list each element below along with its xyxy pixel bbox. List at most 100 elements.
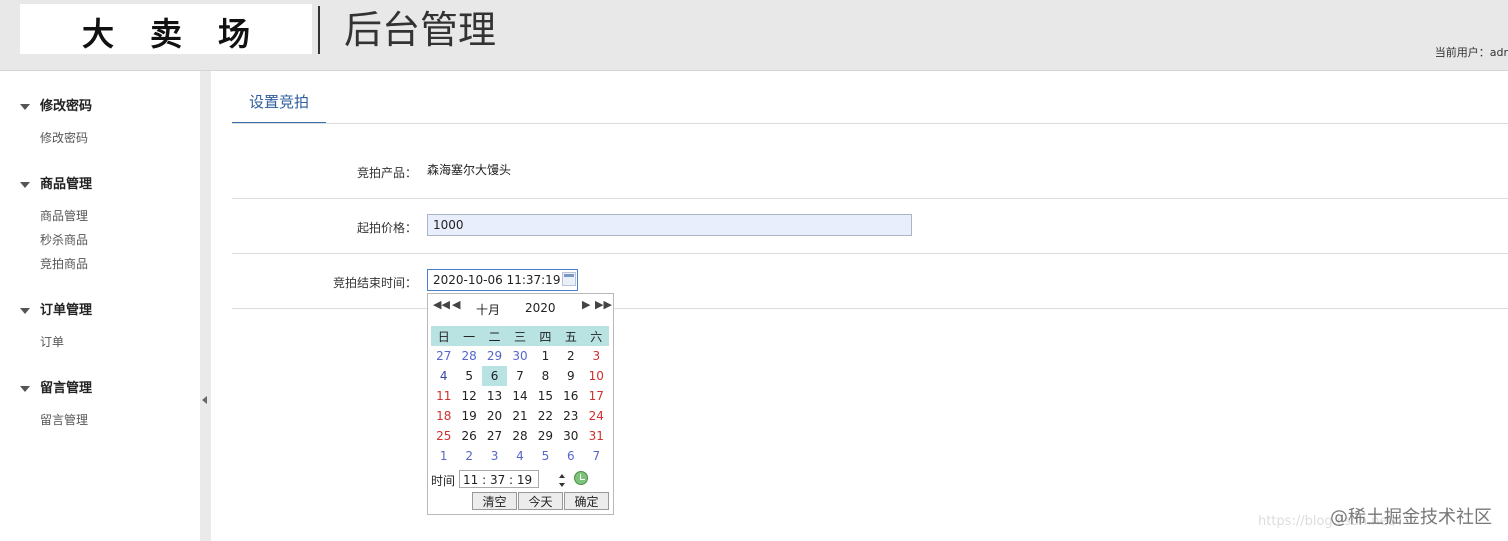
menu-title-messages[interactable]: 留言管理 bbox=[20, 377, 92, 396]
calendar-day[interactable]: 4 bbox=[507, 446, 532, 466]
calendar-day[interactable]: 26 bbox=[456, 426, 481, 446]
row-divider bbox=[232, 308, 1508, 309]
end-time-value: 2020-10-06 11:37:19 bbox=[433, 273, 561, 287]
calendar-day[interactable]: 25 bbox=[431, 426, 456, 446]
spin-down-icon[interactable] bbox=[559, 483, 565, 487]
row-divider bbox=[232, 253, 1508, 254]
calendar-day[interactable]: 23 bbox=[558, 406, 583, 426]
calendar-day[interactable]: 9 bbox=[558, 366, 583, 386]
product-value: 森海塞尔大馒头 bbox=[427, 163, 512, 177]
calendar-day[interactable]: 29 bbox=[533, 426, 558, 446]
weekday-label: 四 bbox=[532, 326, 559, 346]
calendar-day[interactable]: 21 bbox=[507, 406, 532, 426]
calendar-day[interactable]: 19 bbox=[456, 406, 481, 426]
calendar-day[interactable]: 17 bbox=[584, 386, 609, 406]
time-value: 11 : 37 : 19 bbox=[463, 473, 533, 487]
calendar-year[interactable]: 2020 bbox=[525, 301, 556, 315]
sidebar-splitter[interactable] bbox=[200, 71, 211, 541]
weekday-label: 日 bbox=[431, 326, 457, 346]
calendar-day-selected[interactable]: 6 bbox=[481, 366, 508, 386]
sidebar-item-goods[interactable]: 商品管理 bbox=[40, 207, 88, 224]
calendar-day[interactable]: 16 bbox=[558, 386, 583, 406]
calendar-day[interactable]: 12 bbox=[456, 386, 481, 406]
row-divider bbox=[232, 198, 1508, 199]
prev-month-icon[interactable]: ◀ bbox=[452, 298, 460, 311]
calendar-month[interactable]: 十月 bbox=[476, 301, 500, 318]
calendar-day[interactable]: 7 bbox=[507, 366, 532, 386]
collapse-left-icon[interactable] bbox=[202, 396, 207, 404]
calendar-day[interactable]: 1 bbox=[431, 446, 456, 466]
calendar-day[interactable]: 2 bbox=[558, 346, 583, 366]
calendar-day[interactable]: 8 bbox=[533, 366, 558, 386]
logo-text: 大卖场 bbox=[81, 15, 286, 53]
clock-icon[interactable] bbox=[574, 471, 588, 485]
time-input[interactable]: 11 : 37 : 19 bbox=[459, 470, 565, 488]
calendar-icon[interactable] bbox=[562, 272, 576, 286]
end-time-input[interactable]: 2020-10-06 11:37:19 bbox=[427, 269, 578, 291]
time-spinner[interactable] bbox=[557, 473, 566, 489]
calendar-day[interactable]: 15 bbox=[533, 386, 558, 406]
weekday-label: 六 bbox=[583, 326, 609, 346]
today-button[interactable]: 今天 bbox=[518, 492, 563, 510]
calendar-day[interactable]: 27 bbox=[431, 346, 456, 366]
calendar-day[interactable]: 30 bbox=[558, 426, 583, 446]
product-label: 竞拍产品： bbox=[356, 166, 417, 180]
collapse-arrow-icon bbox=[20, 385, 30, 392]
calendar-day[interactable]: 20 bbox=[482, 406, 507, 426]
calendar-day[interactable]: 13 bbox=[482, 386, 507, 406]
calendar-day[interactable]: 4 bbox=[431, 366, 456, 386]
time-row: 时间 11 : 37 : 19 bbox=[431, 469, 611, 489]
calendar-day[interactable]: 11 bbox=[431, 386, 456, 406]
weekday-label: 一 bbox=[456, 326, 482, 346]
end-time-label: 竞拍结束时间： bbox=[332, 276, 417, 290]
calendar-day[interactable]: 30 bbox=[507, 346, 532, 366]
calendar-day[interactable]: 7 bbox=[584, 446, 609, 466]
calendar-day[interactable]: 22 bbox=[533, 406, 558, 426]
next-month-icon[interactable]: ▶ bbox=[582, 298, 590, 311]
calendar-day[interactable]: 1 bbox=[533, 346, 558, 366]
calendar-day[interactable]: 5 bbox=[533, 446, 558, 466]
logo: 大卖场 bbox=[20, 4, 312, 54]
calendar-day[interactable]: 2 bbox=[456, 446, 481, 466]
page-title: 后台管理 bbox=[344, 8, 497, 52]
calendar-week: 1 2 3 4 5 6 7 bbox=[431, 446, 609, 466]
calendar-day[interactable]: 24 bbox=[584, 406, 609, 426]
spin-up-icon[interactable] bbox=[559, 474, 565, 478]
calendar-week: 25 26 27 28 29 30 31 bbox=[431, 426, 609, 446]
price-label: 起拍价格： bbox=[356, 221, 417, 235]
main-content: 设置竞拍 竞拍产品： 森海塞尔大馒头 起拍价格： 1000 竞拍结束时间： 20… bbox=[212, 71, 1508, 541]
calendar-day[interactable]: 18 bbox=[431, 406, 456, 426]
tab-underline bbox=[232, 123, 1508, 124]
collapse-arrow-icon bbox=[20, 307, 30, 314]
calendar-day[interactable]: 5 bbox=[456, 366, 481, 386]
calendar-week: 4 5 6 7 8 9 10 bbox=[431, 366, 609, 386]
calendar-day[interactable]: 28 bbox=[507, 426, 532, 446]
weekday-label: 三 bbox=[507, 326, 533, 346]
calendar-day[interactable]: 14 bbox=[507, 386, 532, 406]
sidebar-item-change-password[interactable]: 修改密码 bbox=[40, 129, 88, 146]
calendar-day[interactable]: 31 bbox=[584, 426, 609, 446]
calendar-week: 27 28 29 30 1 2 3 bbox=[431, 346, 609, 366]
calendar-day[interactable]: 10 bbox=[584, 366, 609, 386]
calendar-day[interactable]: 6 bbox=[558, 446, 583, 466]
sidebar-item-messages[interactable]: 留言管理 bbox=[40, 411, 88, 428]
menu-title-orders[interactable]: 订单管理 bbox=[20, 299, 92, 318]
calendar-grid: 日 一 二 三 四 五 六 27 28 29 30 1 2 3 4 5 6 7 … bbox=[431, 326, 609, 466]
clear-button[interactable]: 清空 bbox=[472, 492, 517, 510]
tab-set-auction[interactable]: 设置竞拍 bbox=[232, 85, 326, 124]
calendar-day[interactable]: 29 bbox=[482, 346, 507, 366]
sidebar-item-seckill[interactable]: 秒杀商品 bbox=[40, 231, 88, 248]
sidebar-item-orders[interactable]: 订单 bbox=[40, 333, 64, 350]
sidebar-item-auction[interactable]: 竞拍商品 bbox=[40, 255, 88, 272]
menu-title-goods[interactable]: 商品管理 bbox=[20, 173, 92, 192]
calendar-day[interactable]: 3 bbox=[584, 346, 609, 366]
prev-year-icon[interactable]: ◀◀ bbox=[433, 298, 450, 311]
calendar-day[interactable]: 28 bbox=[456, 346, 481, 366]
menu-title-password[interactable]: 修改密码 bbox=[20, 95, 92, 114]
next-year-icon[interactable]: ▶▶ bbox=[595, 298, 612, 311]
collapse-arrow-icon bbox=[20, 103, 30, 110]
calendar-day[interactable]: 3 bbox=[482, 446, 507, 466]
start-price-input[interactable]: 1000 bbox=[427, 214, 912, 236]
calendar-day[interactable]: 27 bbox=[482, 426, 507, 446]
confirm-button[interactable]: 确定 bbox=[564, 492, 609, 510]
